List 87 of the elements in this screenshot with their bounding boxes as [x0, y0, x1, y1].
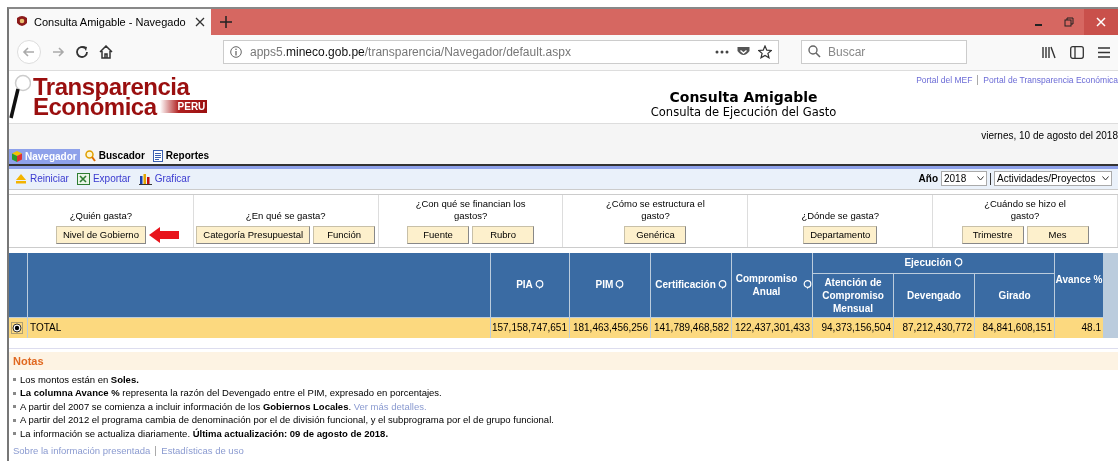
- view-select[interactable]: Actividades/Proyectos: [994, 171, 1112, 186]
- restore-icon[interactable]: [1064, 16, 1074, 27]
- filter-question: ¿Cómo se estructura el gasto?: [605, 197, 706, 222]
- browser-tab[interactable]: Consulta Amigable - Navegado: [9, 9, 211, 35]
- filter-button[interactable]: Rubro: [472, 225, 535, 244]
- magnifier-icon: [84, 149, 96, 162]
- home-icon[interactable]: [99, 45, 113, 60]
- column-header[interactable]: Certificación: [651, 252, 731, 317]
- column-header[interactable]: Compromiso Anual: [732, 252, 812, 317]
- column-header[interactable]: Girado: [975, 273, 1054, 317]
- current-date: viernes, 10 de agosto del 2018: [981, 128, 1118, 141]
- chevron-icon: [1102, 176, 1109, 181]
- table-cell: 94,373,156,504: [813, 317, 893, 338]
- page-title: Consulta Amigable: [669, 88, 818, 105]
- note-text: La información se actualiza diariamente. Última actualización: 09 de agosto de 2018.: [20, 427, 389, 440]
- info-bubble-icon: [615, 279, 625, 290]
- header-link[interactable]: Portal de Transparencia Económica: [983, 74, 1118, 85]
- page-subtitle: Consulta de Ejecución del Gasto: [650, 104, 837, 119]
- filter-button[interactable]: Fuente: [407, 225, 470, 244]
- filter-button[interactable]: Mes: [1026, 225, 1089, 244]
- crest-icon: [15, 14, 29, 29]
- toolbar-link[interactable]: Graficar: [154, 173, 191, 184]
- column-header[interactable]: PIA: [491, 252, 569, 317]
- plus-icon[interactable]: [220, 15, 232, 28]
- menu-icon[interactable]: [1098, 46, 1110, 58]
- note-text: La columna Avance % representa la razón del Devengado entre el PIM, expresado en porcentajes.: [20, 387, 442, 400]
- column-header[interactable]: Atención de Compromiso Mensual: [813, 273, 893, 317]
- filter-button[interactable]: Genérica: [624, 225, 687, 244]
- filter-question: ¿Dónde se gasta?: [801, 209, 880, 222]
- search-field[interactable]: Buscar: [801, 40, 967, 65]
- year-select[interactable]: 2018: [941, 171, 987, 186]
- nav-tab[interactable]: Buscador: [81, 147, 148, 164]
- filter-button[interactable]: Función: [313, 225, 376, 244]
- table-cell: 48.1: [1055, 317, 1103, 338]
- header-link[interactable]: Portal del MEF: [916, 74, 973, 85]
- toolbar-link[interactable]: Reiniciar: [30, 173, 69, 184]
- reload-icon[interactable]: [75, 45, 89, 60]
- site-logo: Transparencia Económica PERU: [9, 70, 309, 123]
- column-header[interactable]: Avance %: [1055, 252, 1103, 317]
- document-icon: [152, 149, 163, 162]
- spreadsheet-icon: [76, 172, 90, 185]
- column-group-header: Ejecución: [813, 252, 1054, 273]
- tab-title: Consulta Amigable - Navegado: [34, 15, 187, 28]
- nav-tab[interactable]: Reportes: [149, 147, 213, 164]
- filter-question: ¿Con qué se financian los gastos?: [415, 197, 526, 222]
- toolbar-link[interactable]: Exportar: [92, 173, 131, 184]
- radio-icon[interactable]: [11, 321, 23, 334]
- column-header[interactable]: PIM: [570, 252, 650, 317]
- filter-question: ¿En qué se gasta?: [245, 209, 326, 222]
- table-cell: 157,158,747,651: [491, 317, 569, 338]
- info-bubble-icon: [802, 279, 812, 290]
- filter-button[interactable]: Departamento: [803, 225, 878, 244]
- address-bar[interactable]: apps5.mineco.gob.pe/transparencia/Navegador/default.aspx: [223, 40, 779, 65]
- notes-heading: Notas: [9, 351, 1118, 370]
- column-header[interactable]: Devengado: [894, 273, 974, 317]
- note-text: Los montos están en Soles.: [20, 373, 139, 386]
- info-bubble-icon: [953, 257, 963, 268]
- header-cell: [9, 252, 27, 317]
- info-bubble-icon: [534, 279, 544, 290]
- year-label: Año: [918, 173, 938, 184]
- magnifier-icon: [9, 73, 31, 120]
- table-cell: 87,212,430,772: [894, 317, 974, 338]
- more-icon[interactable]: [715, 50, 729, 55]
- chevron-icon: [977, 176, 984, 181]
- bar-chart-icon: [138, 172, 152, 185]
- eject-icon: [15, 173, 27, 184]
- library-icon[interactable]: [1042, 45, 1056, 59]
- note-text: A partir del 2007 se comienza a incluir información de los Gobiernos Locales. Ver más detalles.: [20, 400, 427, 413]
- filter-question: ¿Quién gasta?: [69, 209, 133, 222]
- sidebar-icon[interactable]: [1070, 45, 1084, 59]
- filter-button[interactable]: Nivel de Gobierno: [55, 225, 146, 244]
- table-cell: 141,789,468,582: [651, 317, 731, 338]
- table-cell: 122,437,301,433: [732, 317, 812, 338]
- note-text: A partir del 2012 el programa cambia de denominación por el de división funcional, y el subprograma por el de grupo funcional.: [20, 414, 554, 427]
- info-bubble-icon: [717, 279, 727, 290]
- info-icon[interactable]: [230, 46, 242, 59]
- close-icon[interactable]: [195, 16, 205, 27]
- filter-question: ¿Cuándo se hizo el gasto?: [983, 197, 1067, 222]
- cube-icon: [12, 150, 22, 162]
- table-cell: 84,841,608,151: [975, 317, 1054, 338]
- search-icon: [808, 45, 821, 59]
- row-label: TOTAL: [28, 317, 490, 338]
- table-cell: 181,463,456,256: [570, 317, 650, 338]
- arrow-icon: [149, 226, 179, 243]
- filter-button[interactable]: Categoría Presupuestal: [196, 225, 311, 244]
- filter-button[interactable]: Trimestre: [961, 225, 1024, 244]
- star-icon[interactable]: [758, 45, 772, 60]
